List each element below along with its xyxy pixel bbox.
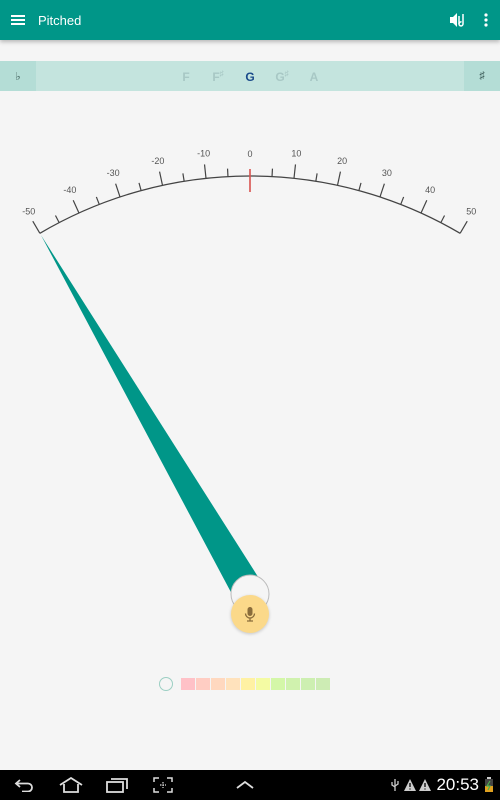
speaker-note-icon <box>450 13 464 27</box>
screenshot-icon <box>153 777 173 793</box>
tick-label: 50 <box>466 206 476 216</box>
gauge-needle <box>40 235 264 603</box>
app-toolbar: Pitched <box>0 0 500 40</box>
level-segment <box>256 678 270 690</box>
warning-icon <box>404 779 417 791</box>
minor-tick <box>138 182 142 191</box>
gauge-needle-group <box>40 235 270 614</box>
up-chevron-icon <box>236 780 254 789</box>
level-segment <box>211 678 225 690</box>
microphone-button[interactable] <box>231 595 269 633</box>
system-nav-bar: 20:53 <box>0 770 500 800</box>
major-tick <box>158 171 164 186</box>
level-segment <box>181 678 195 690</box>
overflow-menu-button[interactable] <box>472 0 500 40</box>
tick-label: -20 <box>151 156 164 166</box>
major-tick <box>115 183 121 198</box>
sound-button[interactable] <box>444 0 472 40</box>
major-tick <box>420 199 428 214</box>
app-title: Pitched <box>38 12 82 28</box>
major-tick <box>203 164 207 179</box>
major-tick <box>293 164 297 179</box>
recent-apps-icon <box>106 778 128 793</box>
minor-tick <box>440 215 446 223</box>
minor-tick <box>358 182 362 191</box>
signal-level-meter <box>159 677 331 691</box>
level-segment <box>301 678 315 690</box>
home-icon <box>59 777 83 793</box>
level-segment <box>271 678 285 690</box>
hamburger-menu-icon <box>11 15 25 25</box>
minor-tick <box>315 173 318 182</box>
level-indicator-circle <box>159 677 173 691</box>
home-button[interactable] <box>48 770 94 800</box>
tick-label: 30 <box>382 168 392 178</box>
level-segment <box>226 678 240 690</box>
menu-button[interactable] <box>0 0 36 40</box>
major-tick <box>32 220 41 234</box>
major-tick <box>336 171 342 186</box>
battery-charging-icon <box>485 777 493 792</box>
major-tick <box>379 183 385 198</box>
back-button[interactable] <box>2 770 48 800</box>
minor-tick <box>400 196 405 205</box>
tick-label: -30 <box>107 168 120 178</box>
level-segment <box>241 678 255 690</box>
level-segment <box>286 678 300 690</box>
major-tick <box>72 199 80 214</box>
status-clock: 20:53 <box>436 775 479 794</box>
recent-apps-button[interactable] <box>94 770 140 800</box>
minor-tick <box>54 215 60 223</box>
tick-label: -50 <box>22 206 35 216</box>
warning-icon <box>419 779 432 791</box>
level-segment <box>196 678 210 690</box>
usb-icon <box>391 779 400 791</box>
tick-label: 0 <box>247 149 252 159</box>
more-vert-icon <box>484 13 488 27</box>
back-icon <box>14 779 33 792</box>
major-tick <box>459 220 468 234</box>
tick-label: 40 <box>425 185 435 195</box>
gauge-scale: -50 -40 -30 -20 -10 0 10 20 30 40 50 <box>22 148 476 234</box>
screenshot-button[interactable] <box>140 770 186 800</box>
app-root: Pitched ♭ F F♯ G G♯ A ♯ -50 -40 -30 -20 -10 0… <box>0 0 500 800</box>
minor-tick <box>95 196 100 205</box>
tick-label: -40 <box>63 185 76 195</box>
tick-label: 20 <box>337 156 347 166</box>
microphone-icon <box>244 607 256 622</box>
minor-tick <box>182 173 185 182</box>
level-segment <box>316 678 330 690</box>
expand-button[interactable] <box>222 770 268 800</box>
tick-label: 10 <box>291 148 301 158</box>
tick-label: -10 <box>197 148 210 158</box>
